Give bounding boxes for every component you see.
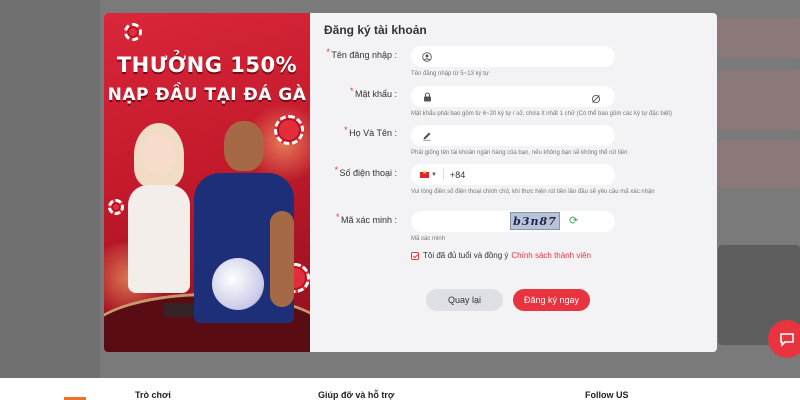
- chat-icon: [780, 333, 794, 347]
- fullname-label: * Họ Và Tên :: [344, 125, 397, 138]
- footer-heading-follow: Follow US: [585, 390, 629, 400]
- terms-agreement: Tôi đã đủ tuổi và đồng ý Chính sách thàn…: [411, 251, 591, 260]
- phone-input[interactable]: [470, 170, 615, 179]
- terms-text: Tôi đã đủ tuổi và đồng ý: [423, 251, 509, 260]
- chevron-down-icon[interactable]: ▼: [431, 172, 437, 178]
- password-hint: Mật khẩu phải bao gồm từ 6~20 ký tự / số…: [411, 111, 673, 117]
- form-title: Đăng ký tài khoản: [324, 23, 427, 37]
- football-icon: [212, 258, 264, 310]
- username-field[interactable]: [411, 46, 615, 67]
- fullname-field[interactable]: [411, 125, 615, 146]
- background-left-panel: [0, 0, 100, 380]
- edit-icon: [420, 131, 434, 141]
- captcha-field[interactable]: b3n87 ⟳: [411, 211, 615, 232]
- background-card: [718, 18, 800, 58]
- promo-banner: THƯỞNG 150% NẠP ĐẦU TẠI ĐÁ GÀ: [104, 13, 310, 352]
- register-button[interactable]: Đăng ký ngay: [513, 289, 590, 311]
- footer-heading-games: Trò chơi: [135, 390, 171, 400]
- captcha-hint: Mã xác minh: [411, 236, 446, 242]
- user-icon: [420, 51, 434, 62]
- promo-model: [126, 123, 192, 293]
- password-input[interactable]: [439, 92, 615, 101]
- username-label: * Tên đăng nhập :: [326, 47, 397, 60]
- username-input[interactable]: [439, 52, 615, 61]
- background-card: [718, 140, 800, 188]
- register-modal: THƯỞNG 150% NẠP ĐẦU TẠI ĐÁ GÀ Đăng ký tà…: [104, 13, 717, 352]
- country-code: +84: [449, 169, 466, 180]
- casino-chip-icon: [108, 199, 124, 215]
- banner-subtitle: NẠP ĐẦU TẠI ĐÁ GÀ: [107, 85, 307, 105]
- page-footer: Trò chơi Giúp đỡ và hỗ trợ Follow US: [0, 378, 800, 400]
- eye-slash-icon[interactable]: [591, 91, 601, 109]
- username-hint: Tên đăng nhập từ 5~13 ký tự: [411, 71, 489, 77]
- vietnam-flag-icon[interactable]: [420, 169, 429, 178]
- phone-label: * Số điện thoại :: [334, 165, 397, 178]
- password-label: * Mật khẩu :: [349, 86, 397, 99]
- footer-heading-help: Giúp đỡ và hỗ trợ: [318, 390, 395, 400]
- chat-button[interactable]: [768, 320, 800, 358]
- refresh-icon[interactable]: ⟳: [569, 214, 578, 227]
- lock-icon: [420, 92, 434, 102]
- promo-footballer: [192, 121, 296, 351]
- password-field[interactable]: [411, 86, 615, 107]
- background-card: [718, 70, 800, 130]
- banner-title: THƯỞNG 150%: [116, 53, 298, 77]
- terms-checkbox[interactable]: [411, 251, 419, 260]
- back-button[interactable]: Quay lại: [426, 289, 503, 311]
- casino-chip-icon: [124, 23, 142, 41]
- phone-field[interactable]: ▼ +84: [411, 164, 615, 185]
- captcha-image[interactable]: b3n87: [510, 212, 560, 230]
- phone-hint: Vui lòng điền số điện thoại chính chủ, k…: [411, 189, 655, 195]
- captcha-label: * Mã xác minh :: [335, 212, 397, 225]
- membership-policy-link[interactable]: Chính sách thành viên: [511, 251, 591, 260]
- fullname-hint: Phải giống tên tài khoản ngân hàng của b…: [411, 150, 628, 156]
- register-form: Đăng ký tài khoản * Tên đăng nhập : Tên đ…: [310, 13, 717, 352]
- fullname-input[interactable]: [439, 131, 615, 140]
